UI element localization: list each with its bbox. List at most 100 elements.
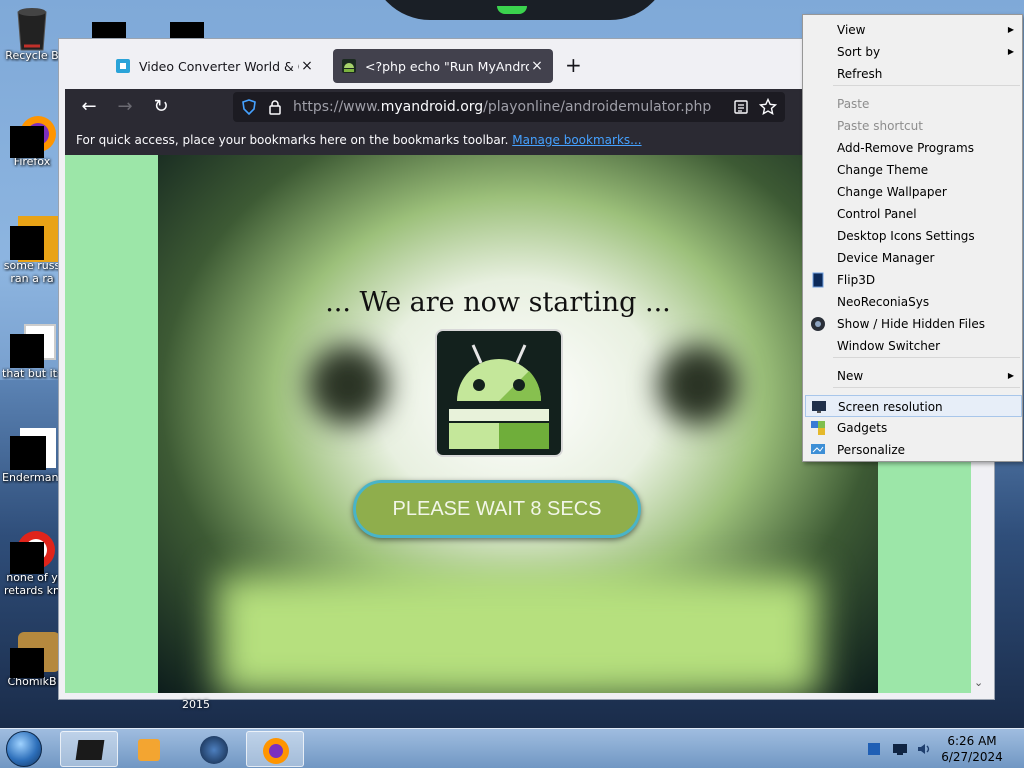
tray-network-icon[interactable] [892, 741, 908, 757]
monitor-icon [812, 401, 826, 413]
menu-item-window-switcher[interactable]: Window Switcher [805, 335, 1022, 357]
menu-item-new[interactable]: New ▶ [805, 365, 1022, 387]
taskbar-button-app[interactable] [60, 731, 118, 767]
redaction-box [10, 126, 44, 158]
hidden-files-icon [811, 317, 825, 331]
tab-myandroid[interactable]: <?php echo "Run MyAndroid"; ?> × [333, 49, 553, 83]
submenu-arrow-icon: ▶ [1007, 25, 1014, 34]
menu-item-change-theme[interactable]: Change Theme [805, 159, 1022, 181]
reader-view-icon[interactable] [733, 99, 749, 115]
please-wait-button[interactable]: PLEASE WAIT 8 SECS [353, 480, 641, 538]
media-player-icon [138, 739, 160, 761]
starting-headline: ... We are now starting ... [325, 287, 671, 318]
menu-item-refresh[interactable]: Refresh [805, 63, 1022, 85]
desktop-icon-shortcut-4[interactable]: that but its [2, 324, 62, 380]
lock-icon[interactable] [267, 99, 283, 115]
reload-icon[interactable]: ↻ [149, 95, 173, 119]
menu-separator [833, 357, 1020, 358]
android-background-image: ... We are now starting ... PLEASE WAIT … [158, 155, 878, 693]
tab-video-converter[interactable]: Video Converter World & Custo × [107, 49, 323, 83]
forward-arrow-icon[interactable]: → [113, 95, 137, 119]
menu-item-label: Screen resolution [838, 400, 943, 414]
menu-item-label: Sort by [837, 45, 881, 59]
redaction-box [10, 436, 46, 470]
desktop-icon-endermann[interactable]: Endermann [2, 428, 62, 484]
menu-item-gadgets[interactable]: Gadgets [805, 417, 1022, 439]
taskbar-clock[interactable]: 6:26 AM 6/27/2024 [936, 733, 1008, 765]
globe-icon [200, 736, 228, 764]
menu-item-label: New [837, 369, 864, 383]
menu-item-personalize[interactable]: Personalize [805, 439, 1022, 461]
taskbar-button-firefox[interactable] [246, 731, 304, 767]
menu-item-add-remove-programs[interactable]: Add-Remove Programs [805, 137, 1022, 159]
taskbar: 6:26 AM 6/27/2024 [0, 728, 1024, 768]
new-tab-button[interactable]: + [565, 53, 582, 77]
start-button[interactable] [6, 731, 42, 767]
blurred-eye-right [658, 345, 738, 425]
menu-item-flip3d[interactable]: Flip3D [805, 269, 1022, 291]
redaction-box [10, 648, 44, 678]
back-arrow-icon[interactable]: ← [77, 95, 101, 119]
gadgets-icon [811, 421, 825, 435]
android-favicon [342, 59, 356, 73]
menu-item-label: Device Manager [837, 251, 935, 265]
desktop-context-menu: View ▶ Sort by ▶ Refresh Paste Paste shortcut A… [802, 14, 1023, 462]
desktop-year-text: 2015 [182, 698, 210, 711]
menu-item-label: Flip3D [837, 273, 876, 287]
close-tab-icon[interactable]: × [299, 58, 315, 74]
submenu-arrow-icon: ▶ [1007, 371, 1014, 380]
redaction-box [10, 334, 44, 368]
clock-date: 6/27/2024 [941, 750, 1003, 764]
redaction-box [10, 542, 44, 574]
bookmark-star-icon[interactable] [759, 98, 777, 116]
menu-item-label: Control Panel [837, 207, 917, 221]
desktop-icon-chomik[interactable]: ChomikB [2, 632, 62, 688]
menu-item-label: View [837, 23, 866, 37]
tray-volume-icon[interactable] [916, 741, 932, 757]
desktop-icon-shortcut-6[interactable]: none of y retards kn [2, 528, 62, 597]
close-tab-icon[interactable]: × [529, 58, 545, 74]
menu-item-label: Personalize [837, 443, 906, 457]
desktop-icon-recycle-bin[interactable]: Recycle B [2, 6, 62, 62]
chevron-down-icon[interactable]: ⌄ [974, 676, 983, 689]
menu-item-label: Paste shortcut [837, 119, 923, 133]
blurred-eye-left [308, 345, 388, 425]
menu-item-label: Show / Hide Hidden Files [837, 317, 985, 331]
desktop-icon-firefox[interactable]: Firefox [2, 112, 62, 168]
menu-item-label: Window Switcher [837, 339, 941, 353]
menu-item-change-wallpaper[interactable]: Change Wallpaper [805, 181, 1022, 203]
file-icon [10, 324, 56, 368]
tray-app-icon[interactable] [866, 741, 882, 757]
wallpaper-dish-light [497, 6, 527, 14]
url-text: https://www.myandroid.org/playonline/and… [293, 99, 712, 115]
blurred-body [218, 575, 818, 693]
recycle-bin-icon [12, 6, 52, 51]
bookmarks-hint-text: For quick access, place your bookmarks h… [76, 133, 509, 147]
menu-item-label: Change Wallpaper [837, 185, 947, 199]
app-icon [75, 740, 105, 760]
taskbar-button-browser[interactable] [184, 731, 242, 767]
manage-bookmarks-link[interactable]: Manage bookmarks... [512, 133, 641, 147]
video-converter-favicon [116, 59, 130, 73]
firefox-icon [263, 738, 289, 764]
submenu-arrow-icon: ▶ [1007, 47, 1014, 56]
menu-item-device-manager[interactable]: Device Manager [805, 247, 1022, 269]
menu-item-control-panel[interactable]: Control Panel [805, 203, 1022, 225]
tab-title: Video Converter World & Custo [139, 58, 299, 74]
menu-item-sort-by[interactable]: Sort by ▶ [805, 41, 1022, 63]
desktop-icon-shortcut-3[interactable]: some russ ran a ra [2, 216, 62, 285]
menu-item-neoreconiasys[interactable]: NeoReconiaSys [805, 291, 1022, 313]
url-bar[interactable]: https://www.myandroid.org/playonline/and… [233, 92, 785, 122]
opera-icon [10, 528, 55, 574]
menu-item-screen-resolution[interactable]: Screen resolution [805, 395, 1022, 417]
tracking-shield-icon[interactable] [241, 99, 257, 115]
clock-time: 6:26 AM [947, 734, 997, 748]
menu-item-paste-shortcut: Paste shortcut [805, 115, 1022, 137]
menu-item-label: Change Theme [837, 163, 929, 177]
taskbar-button-media-player[interactable] [120, 731, 178, 767]
menu-item-view[interactable]: View ▶ [805, 19, 1022, 41]
firefox-icon [10, 112, 56, 158]
menu-item-label: Desktop Icons Settings [837, 229, 975, 243]
menu-item-desktop-icons-settings[interactable]: Desktop Icons Settings [805, 225, 1022, 247]
menu-item-show-hide-hidden-files[interactable]: Show / Hide Hidden Files [805, 313, 1022, 335]
